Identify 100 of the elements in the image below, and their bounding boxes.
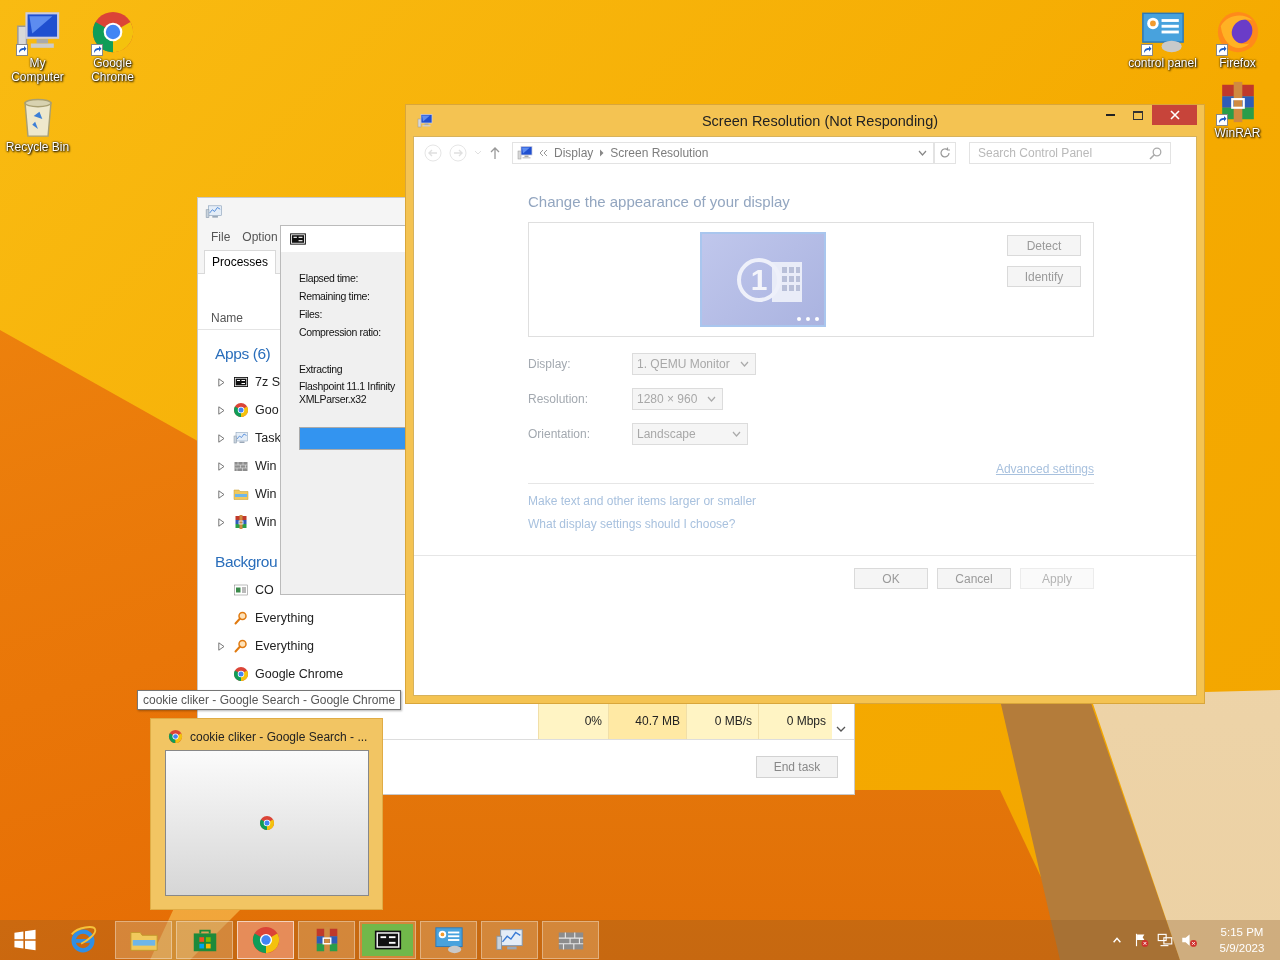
expand-triangle-icon[interactable] xyxy=(218,433,225,443)
stat-label: Remaining time: xyxy=(299,289,370,304)
expand-triangle-icon[interactable] xyxy=(218,377,225,387)
desktop-icon-label[interactable]: control panel xyxy=(1128,56,1197,70)
computer-icon xyxy=(417,112,433,129)
monitor-chart-icon xyxy=(205,203,223,221)
process-name[interactable]: Task xyxy=(255,431,281,445)
control-panel-icon xyxy=(433,925,464,955)
file-name: Flashpoint 11.1 Infinity xyxy=(299,380,395,393)
stat-label: Compression ratio: xyxy=(299,325,381,340)
monitor-chart-icon xyxy=(233,430,249,446)
desktop-icon-label[interactable]: Recycle Bin xyxy=(5,140,70,154)
magnifier-icon xyxy=(233,610,249,626)
books-stack-icon xyxy=(233,514,249,530)
process-name[interactable]: Win xyxy=(255,487,277,501)
chevron-right-icon xyxy=(599,149,605,157)
tab[interactable]: Processes xyxy=(204,250,277,274)
breadcrumb-item[interactable]: Screen Resolution xyxy=(610,146,709,160)
refresh-icon xyxy=(939,147,951,159)
desktop-icon-label[interactable]: Google Chrome xyxy=(76,56,149,84)
desktop-icon-label[interactable]: My Computer xyxy=(1,56,74,84)
desktop-icon-label[interactable]: WinRAR xyxy=(1214,126,1261,140)
stat-label: Elapsed time: xyxy=(299,271,359,286)
menu-item[interactable]: Option xyxy=(242,230,278,244)
clock-time[interactable]: 5:15 PM xyxy=(1220,924,1264,940)
clock-date[interactable]: 5/9/2023 xyxy=(1219,940,1265,956)
search-icon xyxy=(1149,147,1162,160)
dropdown[interactable]: 1. QEMU Monitor xyxy=(632,353,756,375)
process-name[interactable]: Google Chrome xyxy=(255,667,344,681)
magnifier-icon xyxy=(233,638,249,654)
page-heading: Change the appearance of your display xyxy=(528,193,791,210)
process-name[interactable]: Win xyxy=(255,515,277,529)
expand-triangle-icon[interactable] xyxy=(218,489,225,499)
setting-label: Orientation: xyxy=(528,427,592,441)
chevron-down-icon[interactable] xyxy=(836,725,846,733)
expand-triangle-icon[interactable] xyxy=(218,517,225,527)
preview-title: cookie cliker - Google Search - ... xyxy=(190,729,368,744)
double-chevron-left-icon xyxy=(539,149,548,157)
search-field[interactable]: Search Control Panel xyxy=(969,142,1171,164)
group-heading: Backgrou xyxy=(214,552,278,572)
expand-triangle-icon[interactable] xyxy=(218,461,225,471)
dots-icon xyxy=(796,316,820,322)
column-header[interactable]: Name xyxy=(211,311,243,325)
start-icon xyxy=(11,927,39,953)
status-text: Extracting xyxy=(299,362,343,377)
setting-label: Resolution: xyxy=(528,392,590,406)
computer-icon xyxy=(517,145,533,161)
browser-icon xyxy=(168,729,183,744)
process-name[interactable]: 7z S xyxy=(255,375,280,389)
browser-icon xyxy=(258,815,275,831)
process-name[interactable]: Everything xyxy=(255,639,315,653)
refresh-button[interactable] xyxy=(934,142,956,164)
window-icon xyxy=(233,582,249,598)
chevron-down-icon xyxy=(707,396,717,402)
browser-icon xyxy=(233,402,249,418)
minimize-icon xyxy=(1106,113,1115,117)
browser-icon xyxy=(233,666,249,682)
dropdown[interactable]: Landscape xyxy=(632,423,748,445)
browser-icon xyxy=(250,925,281,955)
breadcrumb-item[interactable]: Display xyxy=(554,146,594,160)
help-link[interactable]: What display settings should I choose? xyxy=(528,517,736,531)
process-name[interactable]: Everything xyxy=(255,611,315,625)
panel-button[interactable]: Identify xyxy=(1007,266,1081,287)
menu-item[interactable]: File xyxy=(211,230,231,244)
process-name[interactable]: Win xyxy=(255,459,277,473)
chevron-down-icon[interactable] xyxy=(918,150,927,156)
maximize-icon xyxy=(1132,110,1143,120)
end-task-button[interactable]: End task xyxy=(756,756,838,778)
up-arrow-icon[interactable] xyxy=(489,146,501,160)
process-name[interactable]: CO xyxy=(255,583,274,597)
setting-label: Display: xyxy=(528,357,572,371)
usage-cell: 0 Mbps xyxy=(758,703,832,739)
dropdown[interactable]: 1280 × 960 xyxy=(632,388,724,410)
advanced-settings-link[interactable]: Advanced settings xyxy=(995,462,1094,476)
chevron-down-icon xyxy=(731,431,741,437)
folder-icon xyxy=(233,486,249,502)
help-link[interactable]: Make text and other items larger or smaller xyxy=(528,494,757,508)
expand-triangle-icon[interactable] xyxy=(218,641,225,651)
window-preview-popup[interactable]: cookie cliker - Google Search - ... xyxy=(150,718,383,910)
desktop-icon-label[interactable]: Firefox xyxy=(1219,56,1256,70)
panel-button[interactable]: Detect xyxy=(1007,235,1081,256)
network-icon[interactable] xyxy=(1156,931,1174,949)
usage-cell: 40.7 MB xyxy=(608,703,686,739)
stat-label: Files: xyxy=(299,307,322,322)
close-icon xyxy=(1169,110,1180,120)
address-bar[interactable]: Display Screen Resolution xyxy=(512,142,934,164)
dialog-button[interactable]: Cancel xyxy=(937,568,1011,589)
expand-triangle-icon[interactable] xyxy=(218,405,225,415)
chevron-down-icon xyxy=(739,361,749,367)
file-name: XMLParser.x32 xyxy=(299,393,368,406)
tooltip: cookie cliker - Google Search - Google Chrome xyxy=(137,690,402,710)
dialog-button[interactable]: OK xyxy=(854,568,928,589)
speaker-muted-icon[interactable] xyxy=(1180,931,1198,949)
usage-cell: 0% xyxy=(538,703,608,739)
display-preview[interactable]: 1 xyxy=(700,232,826,327)
process-name[interactable]: Goo xyxy=(255,403,279,417)
window-grid-icon xyxy=(772,262,802,302)
window-title: Screen Resolution (Not Responding) xyxy=(700,112,939,129)
usage-cell: 0 MB/s xyxy=(686,703,758,739)
group-heading: Apps (6) xyxy=(214,344,271,364)
